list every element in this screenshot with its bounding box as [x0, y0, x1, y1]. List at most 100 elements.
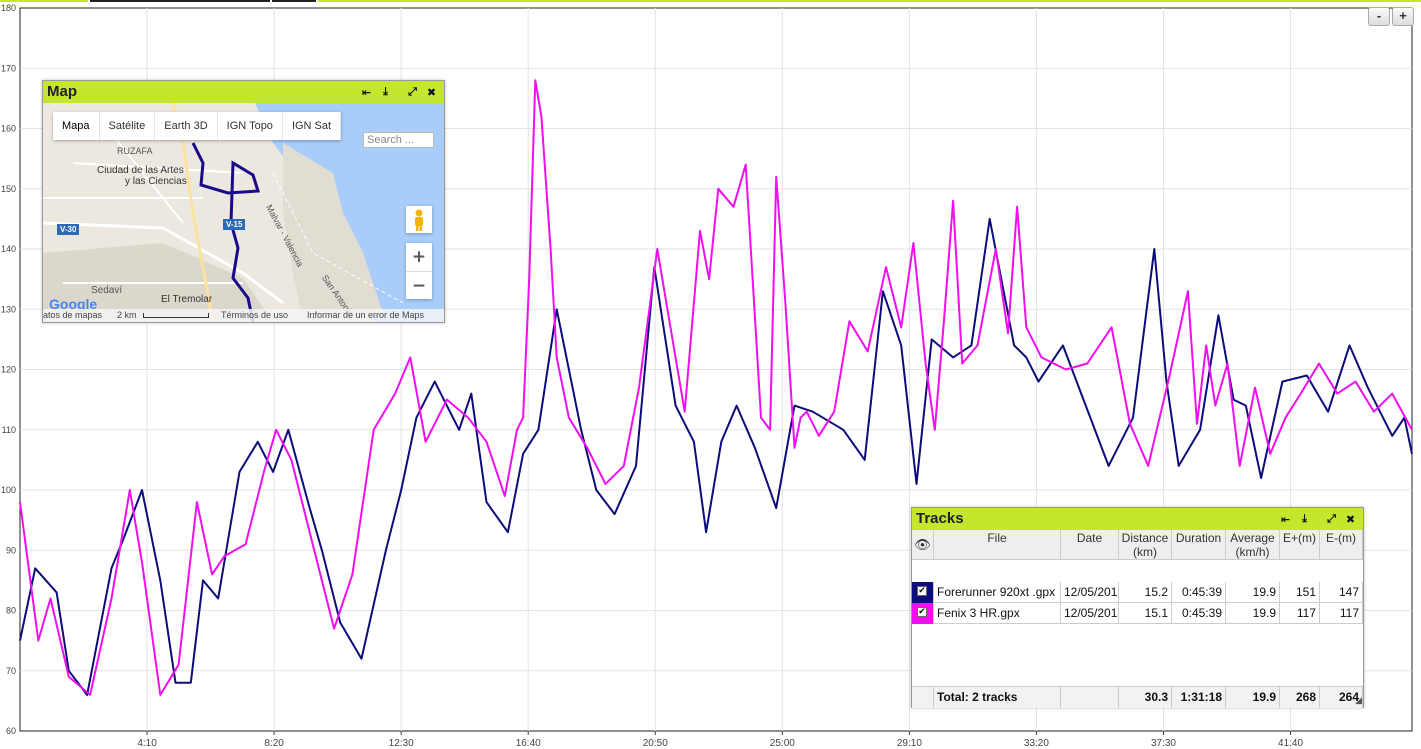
map-zoom-out-button[interactable]: −	[406, 272, 432, 300]
map-panel: Map ⇤ ⤓ ⤢ ✖ RUZAFA Ciudad de las Artes y…	[42, 80, 445, 323]
x-tick-label: 37:30	[1151, 738, 1176, 749]
track-visible-checkbox[interactable]: ✔	[915, 606, 929, 620]
track-eplus: 117	[1280, 603, 1320, 624]
x-tick-label: 4:10	[137, 738, 157, 749]
total-average: 19.9	[1226, 687, 1280, 708]
track-file: Forerunner 920xt .gpx	[934, 582, 1061, 603]
y-tick-label: 160	[1, 124, 16, 134]
track-average: 19.9	[1226, 603, 1280, 624]
track-distance: 15.2	[1119, 582, 1172, 603]
map-zoom-control: + −	[406, 243, 432, 299]
track-eminus: 147	[1320, 582, 1363, 603]
x-tick-label: 8:20	[264, 738, 284, 749]
expand-icon[interactable]: ⤢	[1325, 512, 1338, 526]
eye-icon: 👁	[914, 537, 931, 552]
y-tick-label: 90	[6, 545, 16, 555]
track-color-swatch: ✔	[912, 582, 934, 603]
first-icon[interactable]: ⇤	[1279, 513, 1292, 526]
y-tick-label: 150	[1, 184, 16, 194]
map-label-ciudad: Ciudad de las Artes	[97, 165, 184, 176]
total-label: Total: 2 tracks	[934, 687, 1061, 708]
download-icon[interactable]: ⤓	[1298, 512, 1311, 526]
map-shield-v15: V-15	[223, 219, 246, 230]
map-data-credit[interactable]: atos de mapas	[43, 310, 102, 320]
y-tick-label: 70	[6, 666, 16, 676]
chart-zoom-out-button[interactable]: -	[1368, 7, 1390, 26]
map-report-link[interactable]: Informar de un error de Maps	[307, 310, 424, 320]
table-row[interactable]: ✔ Fenix 3 HR.gpx 12/05/2016 15.1 0:45:39…	[912, 603, 1363, 624]
map-zoom-in-button[interactable]: +	[406, 243, 432, 272]
tracks-table: 👁 File Date Distance (km) Duration Avera…	[912, 530, 1363, 708]
tracks-panel-header[interactable]: Tracks ⇤ ⤓ ⤢ ✖	[912, 508, 1363, 530]
column-header-distance[interactable]: Distance (km)	[1119, 530, 1172, 560]
map-search-input[interactable]: Search ...	[363, 132, 434, 148]
map-panel-title: Map	[47, 83, 77, 100]
track-duration: 0:45:39	[1172, 603, 1226, 624]
map-label-ciudad-2: y las Ciencias	[125, 176, 187, 187]
track-duration: 0:45:39	[1172, 582, 1226, 603]
close-icon[interactable]: ✖	[425, 86, 438, 99]
map-footer: atos de mapas 2 km Términos de uso Infor…	[43, 309, 444, 322]
track-average: 19.9	[1226, 582, 1280, 603]
x-tick-label: 41:40	[1278, 738, 1303, 749]
expand-icon[interactable]: ⤢	[406, 85, 419, 99]
map-terms-link[interactable]: Términos de uso	[221, 310, 288, 320]
resize-handle-icon[interactable]: ◢	[1355, 695, 1362, 706]
y-tick-label: 100	[1, 485, 16, 495]
track-color-swatch: ✔	[912, 603, 934, 624]
map-type-tabs: Mapa Satélite Earth 3D IGN Topo IGN Sat	[53, 112, 342, 140]
chart-zoom-in-button[interactable]: +	[1392, 7, 1414, 26]
map-scale-label: 2 km	[117, 310, 137, 320]
column-header-eplus[interactable]: E+(m)	[1280, 530, 1320, 560]
first-icon[interactable]: ⇤	[360, 86, 373, 99]
tab-ign-sat[interactable]: IGN Sat	[283, 112, 342, 140]
map-label-ruzafa: RUZAFA	[117, 146, 153, 156]
track-eminus: 117	[1320, 603, 1363, 624]
tab-mapa[interactable]: Mapa	[53, 112, 100, 140]
y-tick-label: 170	[1, 63, 16, 73]
y-tick-label: 80	[6, 606, 16, 616]
column-header-average[interactable]: Average (km/h)	[1226, 530, 1280, 560]
street-view-pegman-icon[interactable]	[406, 206, 432, 233]
total-distance: 30.3	[1119, 687, 1172, 708]
track-visible-checkbox[interactable]: ✔	[915, 585, 929, 599]
tracks-panel: Tracks ⇤ ⤓ ⤢ ✖ 👁 File Date Distance (km)…	[911, 507, 1364, 708]
table-row[interactable]: ✔ Forerunner 920xt .gpx 12/05/2016 15.2 …	[912, 582, 1363, 603]
visibility-column-header[interactable]: 👁	[912, 530, 934, 560]
track-file: Fenix 3 HR.gpx	[934, 603, 1061, 624]
map-scale-bar	[143, 313, 209, 318]
track-eplus: 151	[1280, 582, 1320, 603]
track-date: 12/05/2016	[1061, 603, 1119, 624]
tab-ign-topo[interactable]: IGN Topo	[218, 112, 283, 140]
track-distance: 15.1	[1119, 603, 1172, 624]
y-tick-label: 120	[1, 365, 16, 375]
download-icon[interactable]: ⤓	[379, 85, 392, 99]
column-header-duration[interactable]: Duration	[1172, 530, 1226, 560]
y-tick-label: 60	[6, 726, 16, 736]
x-tick-label: 16:40	[516, 738, 541, 749]
x-tick-label: 29:10	[897, 738, 922, 749]
y-tick-label: 180	[1, 3, 16, 13]
tab-earth-3d[interactable]: Earth 3D	[155, 112, 218, 140]
map-canvas[interactable]: RUZAFA Ciudad de las Artes y las Ciencia…	[43, 103, 444, 322]
map-label-sedavi: Sedaví	[91, 285, 123, 296]
y-tick-label: 140	[1, 244, 16, 254]
tracks-panel-title: Tracks	[916, 510, 964, 527]
total-eplus: 268	[1280, 687, 1320, 708]
column-header-date[interactable]: Date	[1061, 530, 1119, 560]
map-panel-header[interactable]: Map ⇤ ⤓ ⤢ ✖	[43, 81, 444, 103]
total-duration: 1:31:18	[1172, 687, 1226, 708]
map-label-tremolar: El Tremolar	[161, 294, 213, 305]
column-header-eminus[interactable]: E-(m)	[1320, 530, 1363, 560]
map-shield-v30: V-30	[57, 224, 80, 235]
x-tick-label: 33:20	[1024, 738, 1049, 749]
column-header-file[interactable]: File	[934, 530, 1061, 560]
tracks-total-row: Total: 2 tracks 30.3 1:31:18 19.9 268 26…	[912, 686, 1363, 708]
tab-satelite[interactable]: Satélite	[100, 112, 156, 140]
x-tick-label: 12:30	[389, 738, 414, 749]
y-tick-label: 130	[1, 304, 16, 314]
x-tick-label: 25:00	[770, 738, 795, 749]
y-tick-label: 110	[2, 425, 16, 435]
close-icon[interactable]: ✖	[1344, 513, 1357, 526]
track-date: 12/05/2016	[1061, 582, 1119, 603]
